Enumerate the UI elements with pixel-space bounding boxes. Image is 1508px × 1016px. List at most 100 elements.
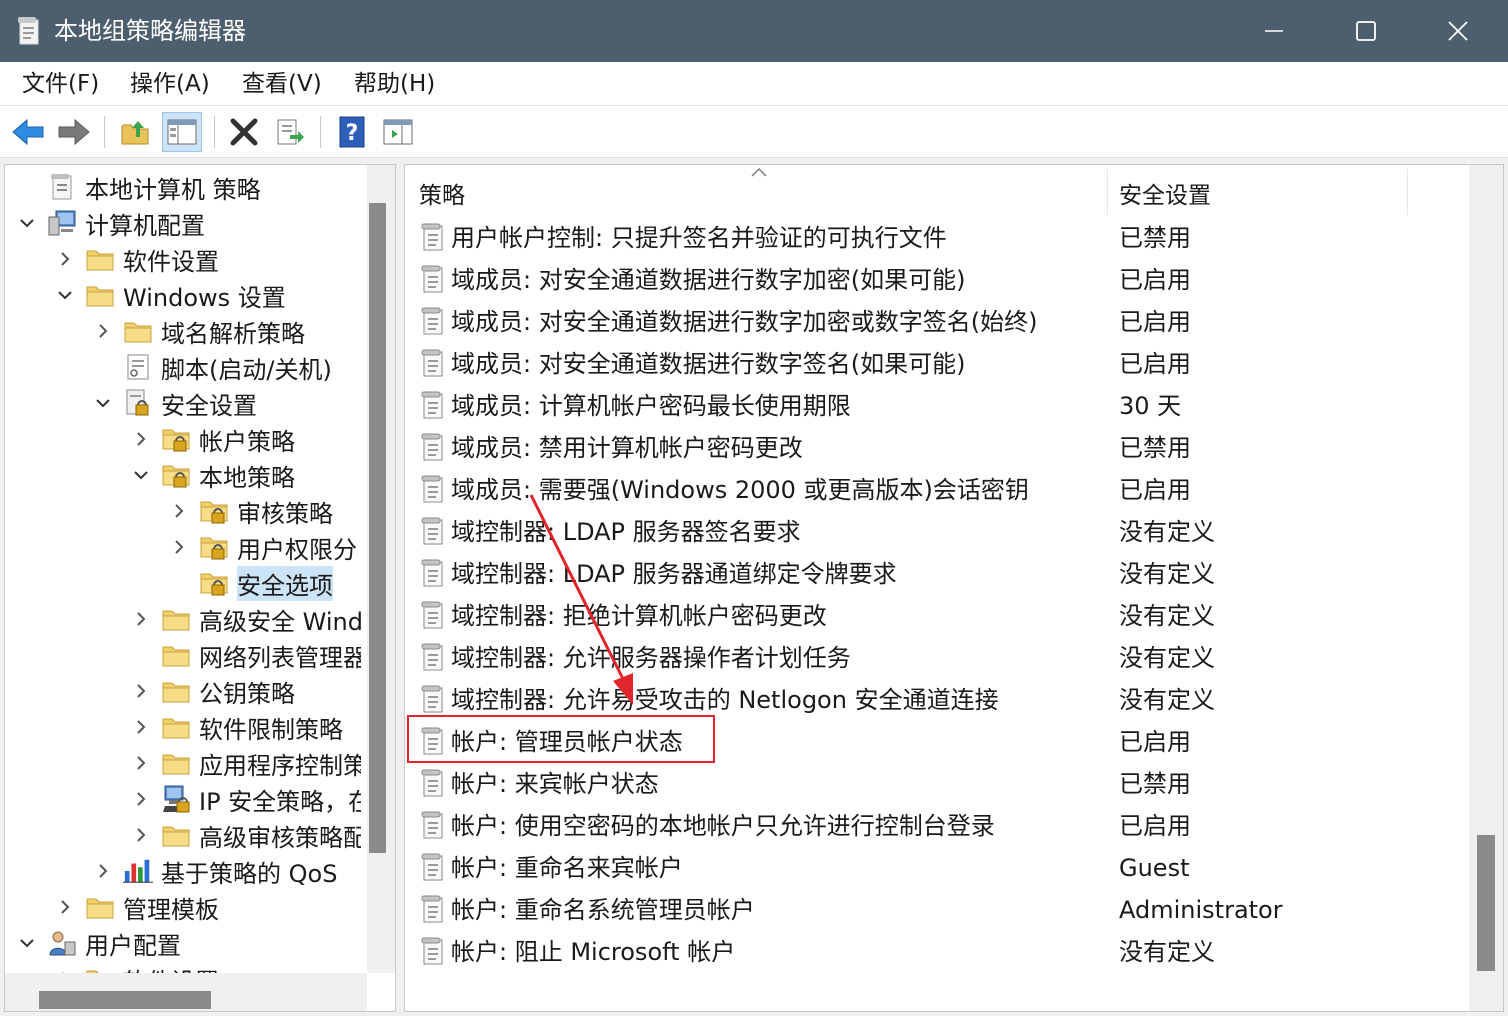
- maximize-button[interactable]: [1320, 0, 1412, 62]
- policy-row[interactable]: 域成员: 对安全通道数据进行数字加密或数字签名(始终) 已启用: [405, 301, 1473, 343]
- chevron-down-icon[interactable]: [129, 457, 153, 493]
- tree-item[interactable]: 审核策略: [167, 493, 333, 529]
- policy-item-icon: [419, 558, 447, 590]
- policy-list[interactable]: 策略 安全设置 用户帐户控制: 只提升签名并验证的可执行文件 已禁用 域成员: 对安…: [404, 164, 1504, 1012]
- menu-view[interactable]: 查看(V): [238, 67, 326, 101]
- menu-action[interactable]: 操作(A): [126, 67, 214, 101]
- chevron-down-icon[interactable]: [15, 925, 39, 961]
- policy-item-icon: [419, 684, 447, 716]
- tree-item[interactable]: 安全设置: [91, 385, 257, 421]
- policy-name: 域控制器: 拒绝计算机帐户密码更改: [451, 602, 827, 630]
- chevron-right-icon[interactable]: [53, 889, 77, 925]
- tree-item[interactable]: 管理模板: [53, 889, 219, 925]
- column-header-setting[interactable]: 安全设置: [1119, 165, 1409, 221]
- chevron-right-icon[interactable]: [129, 781, 153, 817]
- close-icon: [1448, 21, 1468, 41]
- chevron-right-icon[interactable]: [129, 709, 153, 745]
- back-button[interactable]: [8, 112, 48, 152]
- policy-row[interactable]: 帐户: 使用空密码的本地帐户只允许进行控制台登录 已启用: [405, 805, 1473, 847]
- policy-row[interactable]: 域成员: 对安全通道数据进行数字签名(如果可能) 已启用: [405, 343, 1473, 385]
- tree-item[interactable]: 高级安全 Wind: [129, 601, 361, 637]
- help-button[interactable]: ?: [332, 112, 372, 152]
- tree-item[interactable]: 应用程序控制策: [129, 745, 361, 781]
- policy-setting: 没有定义: [1119, 518, 1215, 546]
- policy-row[interactable]: 域成员: 计算机帐户密码最长使用期限 30 天: [405, 385, 1473, 427]
- tree-item[interactable]: IP 安全策略，在: [129, 781, 361, 817]
- show-hide-tree-button[interactable]: [162, 112, 202, 152]
- policy-setting: 没有定义: [1119, 686, 1215, 714]
- column-header-policy[interactable]: 策略: [419, 165, 1109, 221]
- tree-item[interactable]: 软件限制策略: [129, 709, 343, 745]
- tree-item[interactable]: 软件设置: [53, 241, 219, 277]
- tree-item[interactable]: Windows 设置: [53, 277, 286, 313]
- chevron-right-icon[interactable]: [129, 601, 153, 637]
- tree-item[interactable]: 本地策略: [129, 457, 295, 493]
- delete-button[interactable]: [224, 112, 264, 152]
- column-divider[interactable]: [1407, 169, 1408, 215]
- policy-row[interactable]: 域控制器: LDAP 服务器签名要求 没有定义: [405, 511, 1473, 553]
- scroll-thumb[interactable]: [39, 991, 211, 1009]
- scroll-thumb[interactable]: [1477, 835, 1495, 971]
- export-list-button[interactable]: [270, 112, 310, 152]
- chevron-right-icon[interactable]: [129, 421, 153, 457]
- tree-item-label: 管理模板: [123, 895, 219, 924]
- tree-item[interactable]: 高级审核策略配: [129, 817, 361, 853]
- scroll-thumb[interactable]: [369, 203, 386, 853]
- locked-folder-icon: [199, 568, 229, 598]
- chevron-down-icon[interactable]: [53, 277, 77, 313]
- policy-row[interactable]: 域成员: 需要强(Windows 2000 或更高版本)会话密钥 已启用: [405, 469, 1473, 511]
- minimize-button[interactable]: [1228, 0, 1320, 62]
- policy-row[interactable]: 帐户: 来宾帐户状态 已禁用: [405, 763, 1473, 805]
- chevron-right-icon[interactable]: [129, 817, 153, 853]
- properties-pane-button[interactable]: [378, 112, 418, 152]
- menu-file[interactable]: 文件(F): [18, 67, 103, 101]
- tree-item[interactable]: 软件设置: [53, 961, 219, 973]
- chevron-right-icon[interactable]: [91, 313, 115, 349]
- chevron-down-icon[interactable]: [91, 385, 115, 421]
- policy-row[interactable]: 域控制器: 允许服务器操作者计划任务 没有定义: [405, 637, 1473, 679]
- tree-item[interactable]: 公钥策略: [129, 673, 295, 709]
- chevron-down-icon[interactable]: [15, 205, 39, 241]
- tree-item[interactable]: 脚本(启动/关机): [91, 349, 332, 385]
- policy-row[interactable]: 用户帐户控制: 只提升签名并验证的可执行文件 已禁用: [405, 217, 1473, 259]
- policy-row[interactable]: 域控制器: 拒绝计算机帐户密码更改 没有定义: [405, 595, 1473, 637]
- tree-item[interactable]: 用户配置: [15, 925, 181, 961]
- up-folder-button[interactable]: [116, 112, 156, 152]
- tree-item[interactable]: 域名解析策略: [91, 313, 305, 349]
- policy-item-icon: [419, 348, 447, 380]
- chevron-right-icon[interactable]: [129, 673, 153, 709]
- tree-item[interactable]: 本地计算机 策略: [15, 169, 261, 205]
- tree-item[interactable]: 基于策略的 QoS: [91, 853, 337, 889]
- chevron-right-icon[interactable]: [91, 853, 115, 889]
- tree-item[interactable]: 计算机配置: [15, 205, 205, 241]
- chevron-right-icon[interactable]: [167, 493, 191, 529]
- tree-item[interactable]: 帐户策略: [129, 421, 295, 457]
- chevron-right-icon[interactable]: [167, 529, 191, 565]
- column-divider[interactable]: [1107, 169, 1108, 215]
- chevron-right-icon[interactable]: [53, 961, 77, 973]
- tree-horizontal-scrollbar[interactable]: [5, 973, 367, 1011]
- work-area: 本地计算机 策略 计算机配置 软件设置 Windows 设置 域名解析策略 脚本(启动/关…: [0, 158, 1508, 1016]
- forward-button[interactable]: [54, 112, 94, 152]
- tree-vertical-scrollbar[interactable]: [367, 165, 395, 973]
- computer-icon: [47, 208, 77, 238]
- chevron-right-icon[interactable]: [53, 241, 77, 277]
- tree-item[interactable]: 安全选项: [167, 565, 333, 601]
- console-tree[interactable]: 本地计算机 策略 计算机配置 软件设置 Windows 设置 域名解析策略 脚本(启动/关…: [4, 164, 396, 1012]
- policy-row[interactable]: 帐户: 重命名系统管理员帐户 Administrator: [405, 889, 1473, 931]
- policy-row[interactable]: 帐户: 重命名来宾帐户 Guest: [405, 847, 1473, 889]
- tree-item[interactable]: 用户权限分: [167, 529, 357, 565]
- list-vertical-scrollbar[interactable]: [1469, 165, 1503, 1011]
- policy-row[interactable]: 域成员: 对安全通道数据进行数字加密(如果可能) 已启用: [405, 259, 1473, 301]
- menu-help[interactable]: 帮助(H): [350, 67, 439, 101]
- chevron-right-icon[interactable]: [129, 745, 153, 781]
- export-list-icon: [277, 119, 304, 145]
- policy-row[interactable]: 域控制器: LDAP 服务器通道绑定令牌要求 没有定义: [405, 553, 1473, 595]
- policy-name: 帐户: 重命名来宾帐户: [451, 854, 683, 882]
- policy-row[interactable]: 域成员: 禁用计算机帐户密码更改 已禁用: [405, 427, 1473, 469]
- policy-row[interactable]: 帐户: 阻止 Microsoft 帐户 没有定义: [405, 931, 1473, 973]
- close-button[interactable]: [1412, 0, 1504, 62]
- tree-item[interactable]: 网络列表管理器: [129, 637, 361, 673]
- policy-setting: 已启用: [1119, 476, 1191, 504]
